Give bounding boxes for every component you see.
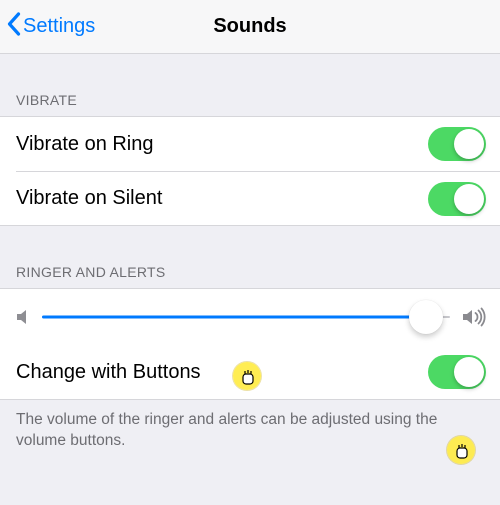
group-vibrate: Vibrate on Ring Vibrate on Silent: [0, 116, 500, 226]
slider-fill: [42, 316, 426, 319]
row-change-with-buttons[interactable]: Change with Buttons: [0, 345, 500, 399]
chevron-left-icon: [6, 12, 21, 42]
row-volume-slider: [0, 289, 500, 345]
row-label: Change with Buttons: [16, 361, 201, 384]
row-vibrate-on-ring[interactable]: Vibrate on Ring: [0, 117, 500, 171]
section-header-ringer: RINGER AND ALERTS: [0, 226, 500, 288]
speaker-high-icon: [462, 307, 486, 327]
navbar: Settings Sounds: [0, 0, 500, 54]
toggle-change-with-buttons[interactable]: [428, 355, 486, 389]
row-label: Vibrate on Silent: [16, 187, 162, 210]
section-header-vibrate: VIBRATE: [0, 54, 500, 116]
group-ringer: Change with Buttons: [0, 288, 500, 400]
speaker-low-icon: [16, 308, 30, 326]
back-label: Settings: [23, 15, 95, 38]
slider-thumb[interactable]: [409, 300, 443, 334]
row-vibrate-on-silent[interactable]: Vibrate on Silent: [16, 171, 500, 225]
volume-slider[interactable]: [42, 297, 450, 337]
toggle-vibrate-on-ring[interactable]: [428, 127, 486, 161]
toggle-vibrate-on-silent[interactable]: [428, 182, 486, 216]
footer-note: The volume of the ringer and alerts can …: [0, 400, 500, 452]
back-button[interactable]: Settings: [0, 0, 95, 53]
row-label: Vibrate on Ring: [16, 133, 154, 156]
